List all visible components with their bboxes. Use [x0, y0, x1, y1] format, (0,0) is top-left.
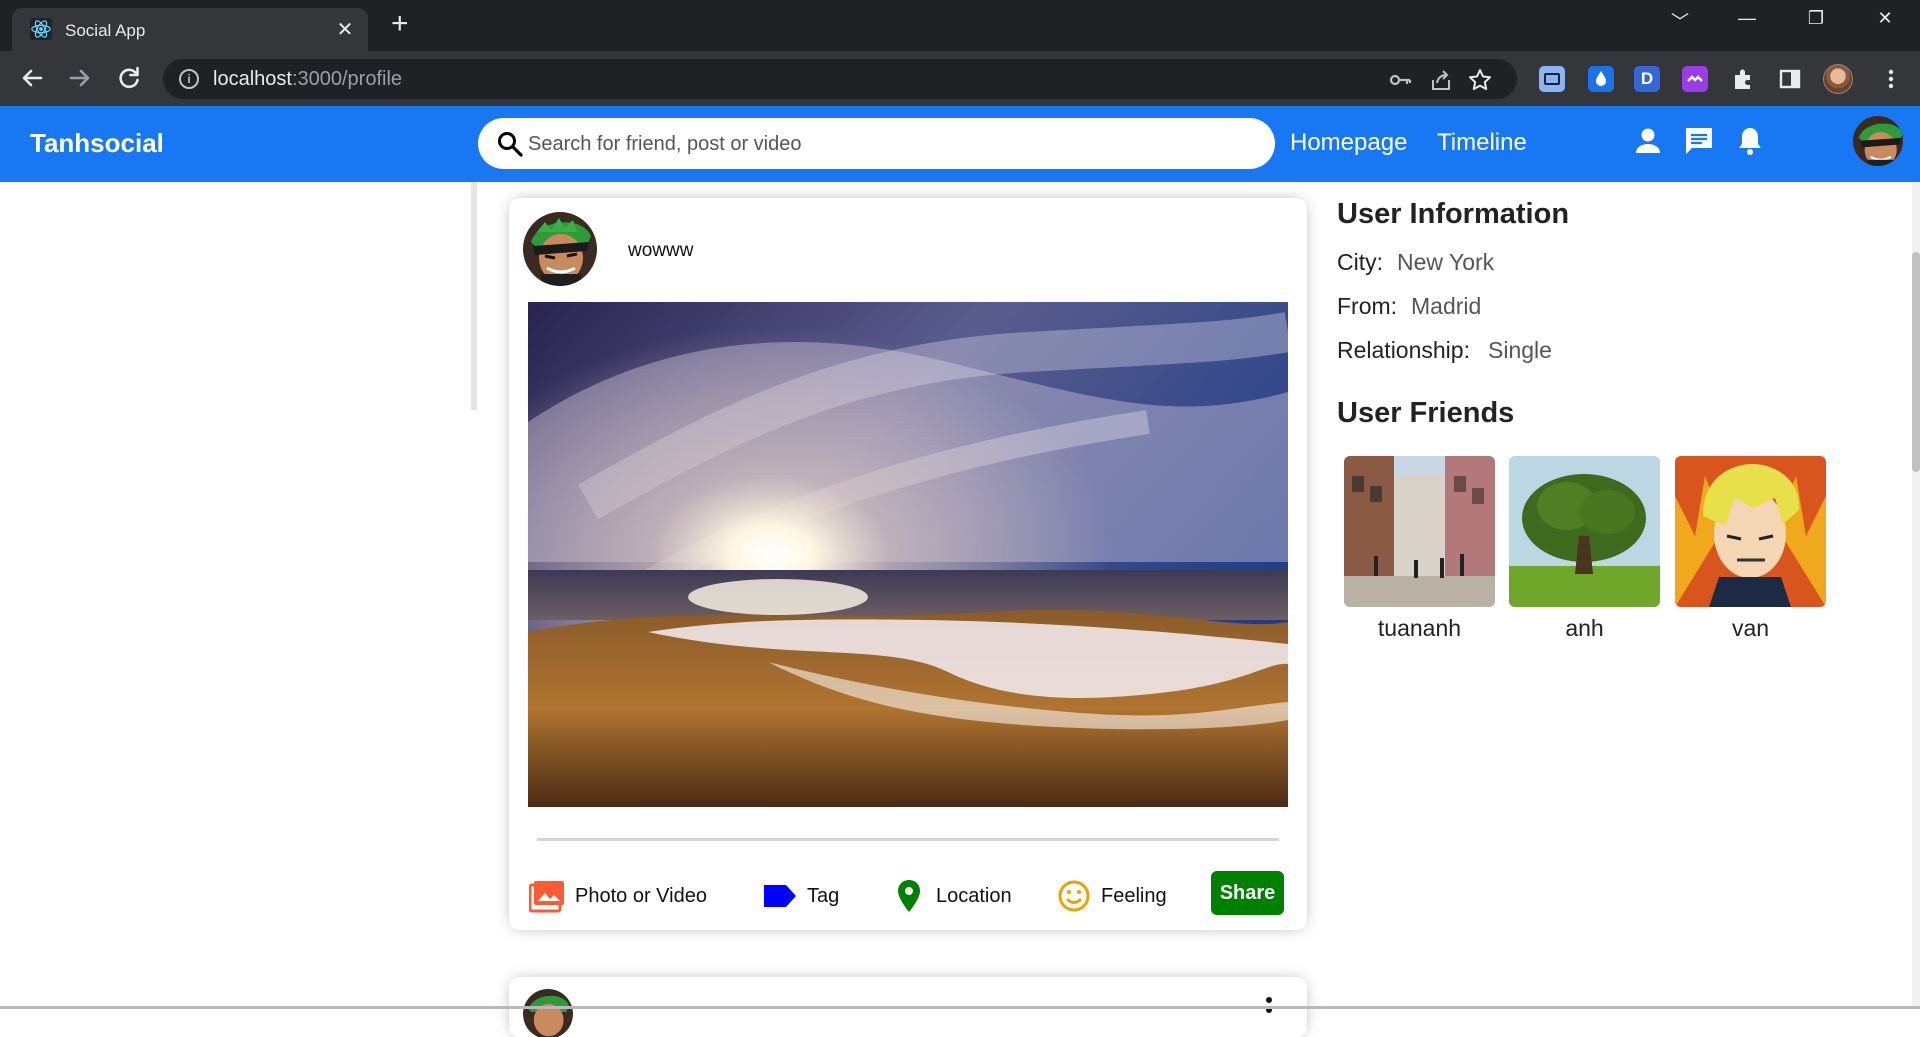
react-favicon-icon: [30, 18, 52, 40]
post-author-avatar-image: [523, 212, 597, 286]
search-bar[interactable]: [478, 118, 1275, 169]
friend-photo[interactable]: [1344, 456, 1495, 607]
post-author-avatar[interactable]: [523, 212, 597, 286]
share-page-icon[interactable]: [1428, 67, 1454, 93]
location-label: Location: [936, 884, 1012, 907]
search-icon: [498, 132, 523, 157]
extension-wave-icon[interactable]: [1682, 66, 1708, 92]
friend-card[interactable]: anh: [1509, 456, 1660, 642]
profile-avatar[interactable]: [1823, 64, 1853, 94]
tree-photo-image: [1509, 456, 1660, 607]
site-info-icon[interactable]: i: [179, 69, 199, 89]
from-key: From:: [1337, 293, 1398, 319]
friend-photo[interactable]: [1675, 456, 1826, 607]
post-author-avatar-image: [523, 989, 573, 1037]
page-scrollbar-thumb[interactable]: [1912, 252, 1920, 472]
user-info-title: User Information: [1337, 198, 1570, 230]
timeline-link[interactable]: Timeline: [1437, 129, 1527, 157]
city-key: City:: [1337, 249, 1383, 275]
photo-video-label: Photo or Video: [575, 884, 707, 907]
friend-card[interactable]: tuananh: [1344, 456, 1495, 642]
user-avatar-image: [1853, 116, 1903, 166]
browser-tab-strip: Social App ✕ + ﹀ — ❐ ✕: [0, 0, 1920, 51]
homepage-link[interactable]: Homepage: [1290, 129, 1407, 157]
chat-icon[interactable]: [1682, 124, 1716, 158]
post-text: wowww: [628, 240, 694, 261]
password-key-icon[interactable]: [1387, 67, 1413, 93]
post-card: wowww Photo or Video Tag Location Feelin…: [509, 198, 1307, 930]
user-avatar[interactable]: [1851, 114, 1905, 168]
restore-button[interactable]: ❐: [1796, 8, 1836, 29]
city-value: New York: [1397, 249, 1495, 275]
search-input[interactable]: [528, 130, 1248, 158]
tab-close-icon[interactable]: ✕: [334, 17, 356, 42]
feeling-option[interactable]: Feeling: [1055, 876, 1167, 916]
new-tab-button[interactable]: +: [391, 9, 409, 39]
notifications-icon[interactable]: [1733, 124, 1767, 158]
location-icon: [898, 880, 920, 912]
minimize-button[interactable]: —: [1727, 8, 1767, 29]
close-window-button[interactable]: ✕: [1865, 8, 1905, 29]
tag-label: Tag: [807, 884, 840, 907]
browser-toolbar: i localhost:3000/profile D: [0, 51, 1920, 106]
share-button[interactable]: Share: [1211, 871, 1284, 915]
extensions-puzzle-icon[interactable]: [1730, 66, 1756, 92]
relationship-key: Relationship:: [1337, 337, 1470, 363]
extension-d-icon[interactable]: D: [1634, 66, 1660, 92]
bookmark-star-icon[interactable]: [1467, 67, 1493, 93]
from-value: Madrid: [1411, 293, 1482, 319]
friend-name: anh: [1565, 615, 1604, 641]
reload-icon[interactable]: [112, 61, 146, 95]
app-topbar: Tanhsocial Homepage Timeline: [0, 106, 1920, 182]
menu-kebab-icon[interactable]: [1878, 66, 1904, 92]
side-panel-icon[interactable]: [1777, 66, 1803, 92]
friend-card[interactable]: van: [1675, 456, 1826, 642]
app-logo[interactable]: Tanhsocial: [30, 128, 164, 159]
post-divider: [537, 838, 1279, 841]
beach-sunset-image: [528, 302, 1288, 807]
person-icon[interactable]: [1631, 124, 1665, 158]
extension-drop-icon[interactable]: [1588, 66, 1614, 92]
url-text: localhost:3000/profile: [213, 68, 403, 90]
post-author-avatar[interactable]: [523, 989, 573, 1037]
extension-screen-icon[interactable]: [1539, 66, 1565, 92]
tab-search-icon[interactable]: ﹀: [1660, 8, 1700, 34]
user-friends-title: User Friends: [1337, 397, 1515, 429]
photo-icon: [529, 881, 564, 913]
feeling-label: Feeling: [1101, 884, 1167, 907]
anime-character-image: [1675, 456, 1826, 607]
tag-option[interactable]: Tag: [761, 876, 839, 916]
back-arrow-icon[interactable]: [15, 61, 49, 95]
post-image[interactable]: [528, 302, 1288, 807]
forward-arrow-icon[interactable]: [63, 61, 97, 95]
friend-name: van: [1731, 615, 1770, 641]
emoji-icon: [1058, 880, 1090, 912]
tab-title: Social App: [65, 21, 146, 40]
photo-video-option[interactable]: Photo or Video: [529, 876, 707, 916]
address-bar[interactable]: i localhost:3000/profile: [163, 59, 1517, 99]
friend-name: tuananh: [1377, 615, 1462, 641]
sidebar-scrollbar[interactable]: [471, 182, 477, 410]
street-photo-image: [1344, 456, 1495, 607]
relationship-value: Single: [1488, 337, 1552, 363]
friend-photo[interactable]: [1509, 456, 1660, 607]
browser-tab[interactable]: Social App ✕: [12, 8, 368, 51]
location-option[interactable]: Location: [890, 876, 1012, 916]
label-icon: [764, 885, 796, 907]
